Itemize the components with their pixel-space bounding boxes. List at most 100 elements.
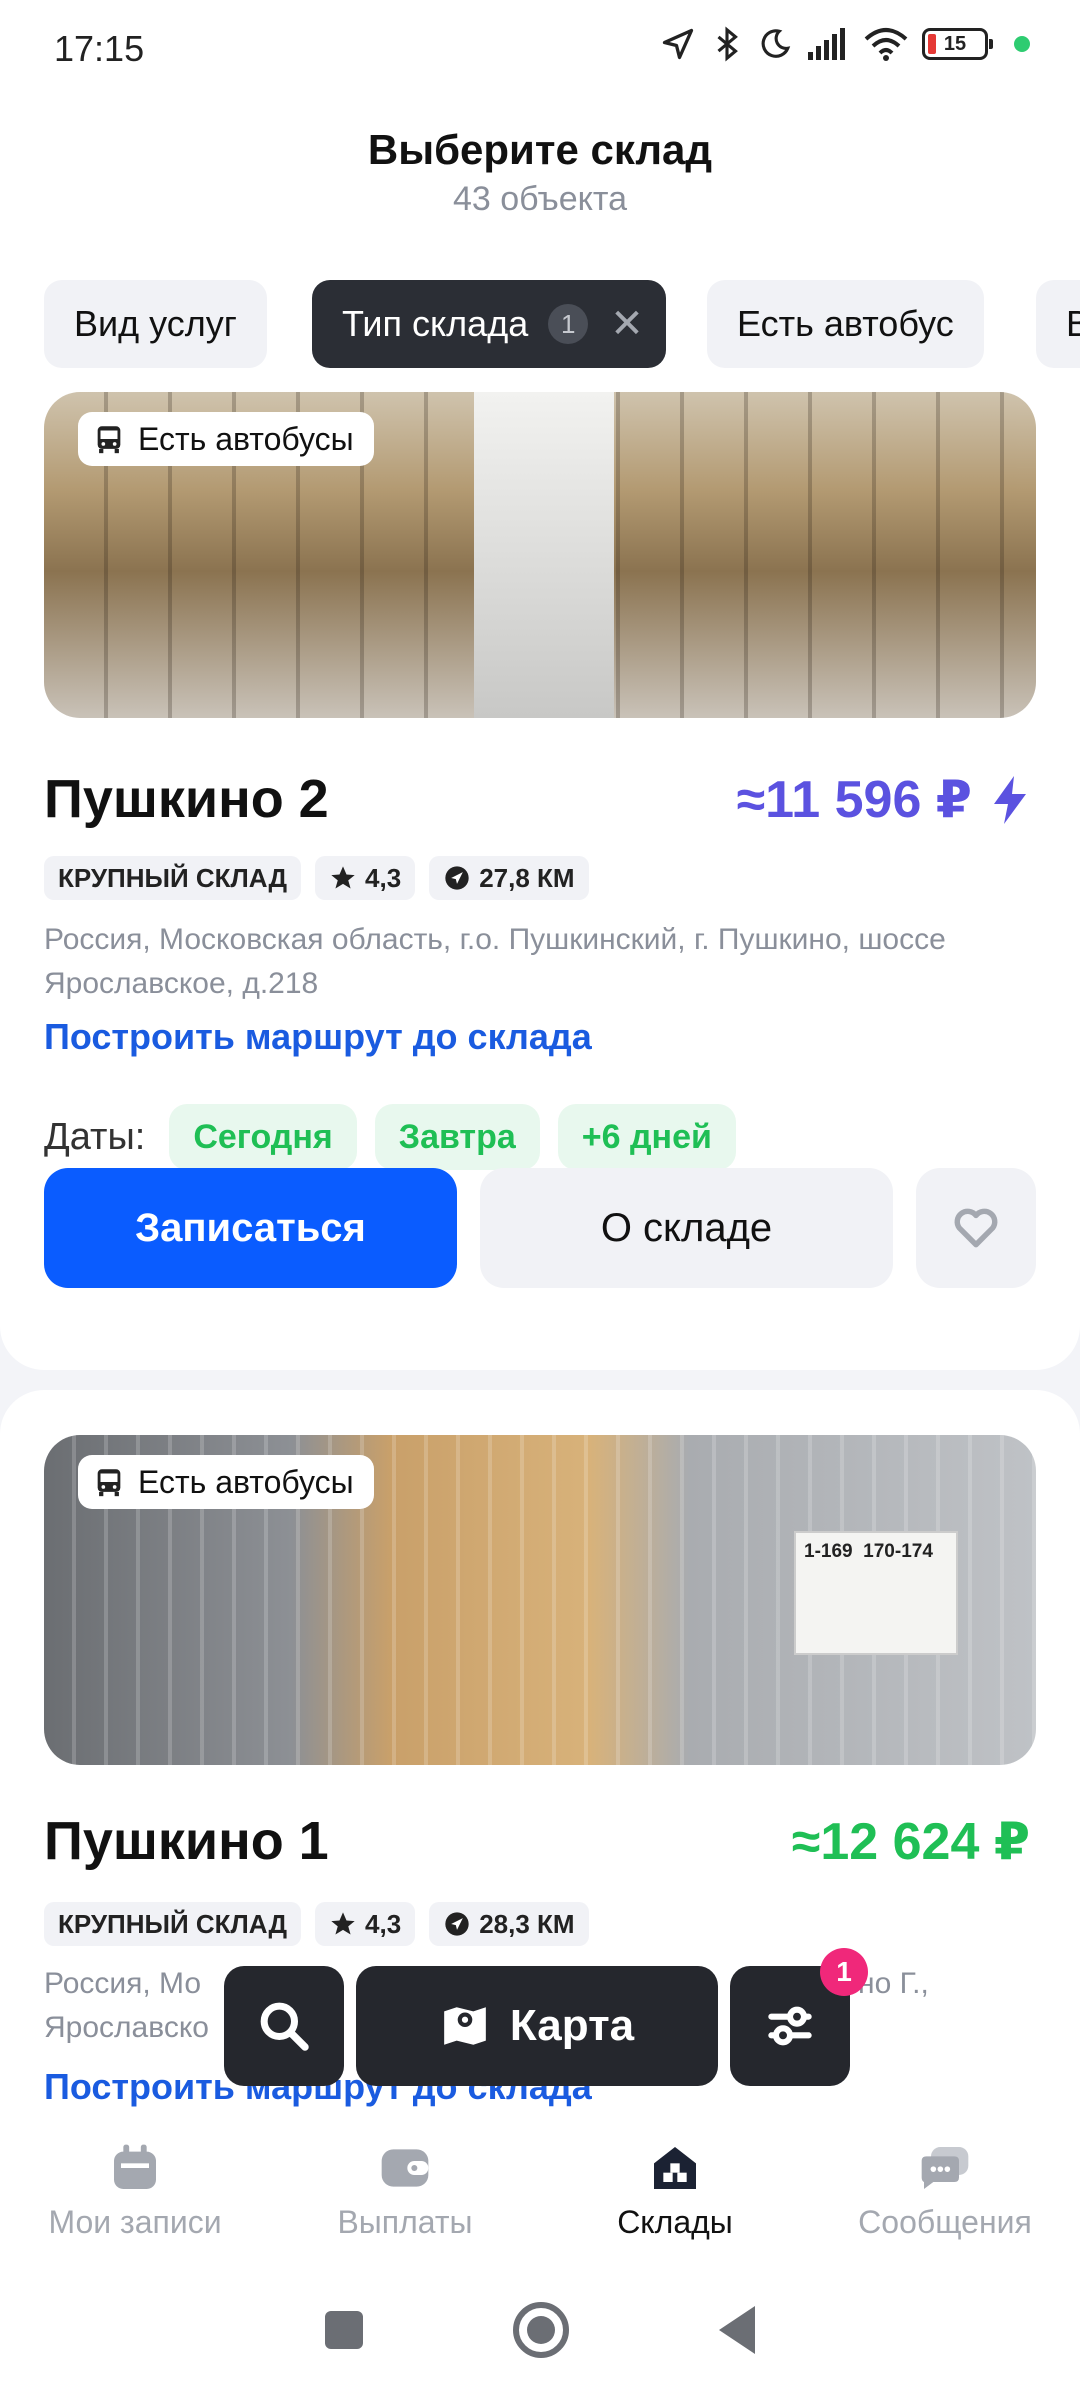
bottom-navigation: Мои записи Выплаты Склады Сообщения xyxy=(0,2120,1080,2260)
filter-chip-warehouse-type[interactable]: Тип склада 1 ✕ xyxy=(312,280,666,368)
filter-count-badge: 1 xyxy=(548,304,589,344)
warehouse-price: ≈11 596 ₽ xyxy=(737,770,1030,830)
close-icon[interactable]: ✕ xyxy=(610,301,644,347)
warehouse-type-tag: КРУПНЫЙ СКЛАД xyxy=(44,1902,302,1946)
lightning-icon xyxy=(994,776,1026,824)
status-icons: 15 xyxy=(660,26,1030,62)
map-button[interactable]: Карта xyxy=(356,1966,718,2086)
search-icon xyxy=(260,2002,309,2051)
warehouse-icon xyxy=(654,2146,696,2189)
warehouse-photo: Есть автобусы xyxy=(44,392,1036,718)
warehouse-price: ≈12 624 ₽ xyxy=(792,1812,1030,1872)
navigation-icon xyxy=(445,866,469,890)
sliders-icon xyxy=(768,2006,812,2046)
nav-item-my-bookings[interactable]: Мои записи xyxy=(0,2120,270,2260)
results-count: 43 объекта xyxy=(452,180,628,218)
battery-icon: 15 xyxy=(922,28,993,60)
photo-sign: 1-169 170-174 xyxy=(794,1531,958,1655)
dates-label: Даты: xyxy=(44,1115,146,1158)
status-time: 17:15 xyxy=(54,28,145,69)
rating-value: 4,3 xyxy=(365,1908,402,1939)
navigation-icon xyxy=(445,1912,469,1936)
warehouse-tags: КРУПНЫЙ СКЛАД 4,3 27,8 КМ xyxy=(44,856,589,900)
nav-item-label: Мои записи xyxy=(48,2203,222,2240)
map-button-label: Карта xyxy=(509,2001,635,2050)
filters-button[interactable]: 1 xyxy=(730,1948,868,2086)
moon-icon xyxy=(761,29,791,58)
filter-chip-label: Тип склада xyxy=(342,303,529,344)
nav-item-warehouses[interactable]: Склады xyxy=(540,2120,810,2260)
map-icon xyxy=(444,2007,486,2045)
warehouse-card[interactable]: Есть автобусы Пушкино 2 ≈11 596 ₽ КРУПНЫ… xyxy=(0,380,1080,1370)
distance-value: 27,8 КМ xyxy=(479,862,575,893)
warehouse-address-tail: но Г., xyxy=(858,1967,929,2000)
heart-icon xyxy=(954,1208,998,1248)
bus-badge: Есть автобусы xyxy=(78,412,374,466)
status-bar: 17:15 15 xyxy=(0,0,1080,100)
back-button[interactable] xyxy=(719,2306,755,2354)
filter-chip-bus[interactable]: Есть автобус xyxy=(707,280,984,368)
bus-badge-label: Есть автобусы xyxy=(138,1463,354,1500)
distance-tag: 27,8 КМ xyxy=(429,856,589,900)
date-chip-tomorrow[interactable]: Завтра xyxy=(374,1104,540,1170)
available-dates: Даты: Сегодня Завтра +6 дней xyxy=(44,1104,736,1170)
distance-tag: 28,3 КМ xyxy=(429,1902,589,1946)
warehouse-type-tag: КРУПНЫЙ СКЛАД xyxy=(44,856,302,900)
nav-item-payouts[interactable]: Выплаты xyxy=(270,2120,540,2260)
warehouse-name: Пушкино 1 xyxy=(44,1811,329,1871)
bluetooth-icon xyxy=(717,26,738,62)
rating-value: 4,3 xyxy=(365,862,402,893)
filter-chip-label: В xyxy=(1066,303,1080,344)
wifi-icon xyxy=(864,28,908,61)
route-link[interactable]: Построить маршрут до склада xyxy=(44,1016,592,1058)
sign-text-2: 170-174 xyxy=(863,1541,933,1562)
date-chip-today[interactable]: Сегодня xyxy=(169,1104,357,1170)
tag-label: КРУПНЫЙ СКЛАД xyxy=(58,862,288,893)
warehouse-address: Россия, Мо xyxy=(44,1967,202,2000)
favorite-button[interactable] xyxy=(916,1168,1036,1288)
nav-item-label: Выплаты xyxy=(337,2203,473,2240)
warehouse-address-line2: Ярославско xyxy=(44,2011,209,2044)
chat-icon xyxy=(921,2146,969,2189)
about-warehouse-button[interactable]: О складе xyxy=(480,1168,893,1288)
warehouse-tags: КРУПНЫЙ СКЛАД 4,3 28,3 КМ xyxy=(44,1902,589,1946)
price-value: ≈11 596 ₽ xyxy=(736,771,972,829)
nav-item-messages[interactable]: Сообщения xyxy=(810,2120,1080,2260)
filter-chips: Вид услуг Тип склада 1 ✕ Есть автобус В xyxy=(0,250,1080,380)
star-icon xyxy=(331,866,355,889)
bus-badge: Есть автобусы xyxy=(78,1455,374,1509)
battery-level: 15 xyxy=(943,32,967,55)
distance-value: 28,3 КМ xyxy=(479,1908,575,1939)
nav-item-label: Сообщения xyxy=(858,2203,1032,2240)
warehouse-name: Пушкино 2 xyxy=(44,769,329,829)
filter-chip-services[interactable]: Вид услуг xyxy=(44,280,267,368)
bus-icon xyxy=(97,1469,121,1497)
tag-label: КРУПНЫЙ СКЛАД xyxy=(58,1908,288,1939)
bus-badge-label: Есть автобусы xyxy=(138,420,354,457)
location-icon xyxy=(662,28,694,60)
home-button[interactable] xyxy=(513,2302,569,2358)
privacy-dot xyxy=(1014,36,1030,52)
sign-text-1: 1-169 xyxy=(804,1541,853,1562)
star-icon xyxy=(331,1912,355,1935)
page-title: Выберите склад xyxy=(367,126,713,173)
search-button[interactable] xyxy=(224,1966,344,2086)
filter-chip-label: Вид услуг xyxy=(74,303,237,344)
signal-icon xyxy=(808,28,845,60)
book-button[interactable]: Записаться xyxy=(44,1168,457,1288)
wallet-icon xyxy=(381,2148,429,2187)
calendar-icon xyxy=(114,2144,156,2189)
system-navigation xyxy=(0,2260,1080,2400)
warehouse-photo: Есть автобусы 1-169 170-174 xyxy=(44,1435,1036,1765)
bus-icon xyxy=(97,426,121,454)
nav-item-label: Склады xyxy=(617,2203,733,2240)
recents-button[interactable] xyxy=(325,2311,363,2349)
filter-chip-more[interactable]: В xyxy=(1036,280,1080,368)
rating-tag: 4,3 xyxy=(315,856,416,900)
warehouse-address: Россия, Московская область, г.о. Пушкинс… xyxy=(44,923,946,1000)
rating-tag: 4,3 xyxy=(315,1902,416,1946)
date-chip-more[interactable]: +6 дней xyxy=(557,1104,736,1170)
page-header: Выберите склад 43 объекта xyxy=(0,100,1080,250)
filter-chip-label: Есть автобус xyxy=(737,303,954,344)
filters-count-badge: 1 xyxy=(820,1948,868,1996)
